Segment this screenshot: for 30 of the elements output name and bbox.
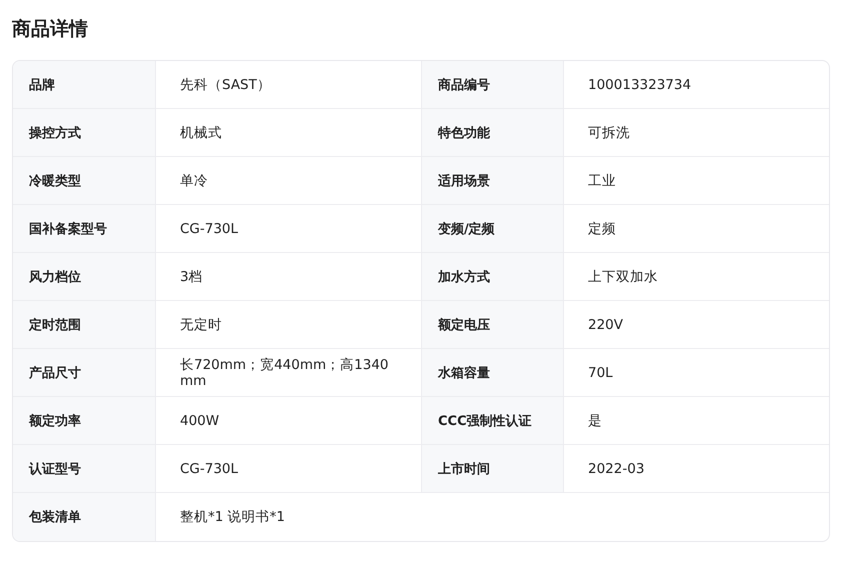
spec-value: 上下双加水: [564, 253, 829, 301]
spec-label: 水箱容量: [422, 349, 564, 397]
spec-label: 品牌: [13, 61, 156, 109]
spec-label: CCC强制性认证: [422, 397, 564, 445]
spec-label: 商品编号: [422, 61, 564, 109]
spec-label: 国补备案型号: [13, 205, 156, 253]
spec-label: 特色功能: [422, 109, 564, 157]
spec-label: 加水方式: [422, 253, 564, 301]
spec-label: 额定功率: [13, 397, 156, 445]
spec-value: 220V: [564, 301, 829, 349]
spec-value: 70L: [564, 349, 829, 397]
section-title: 商品详情: [12, 17, 89, 42]
spec-label: 产品尺寸: [13, 349, 156, 397]
spec-label: 上市时间: [422, 445, 564, 493]
spec-value: 工业: [564, 157, 829, 205]
spec-label: 包装清单: [13, 493, 156, 541]
spec-value: 可拆洗: [564, 109, 829, 157]
spec-label: 风力档位: [13, 253, 156, 301]
spec-label: 变频/定频: [422, 205, 564, 253]
spec-label: 认证型号: [13, 445, 156, 493]
spec-value: 2022-03: [564, 445, 829, 493]
spec-label: 冷暖类型: [13, 157, 156, 205]
spec-value: 100013323734: [564, 61, 829, 109]
spec-label: 定时范围: [13, 301, 156, 349]
spec-label: 操控方式: [13, 109, 156, 157]
spec-value: 整机*1 说明书*1: [179, 508, 286, 527]
spec-label: 适用场景: [422, 157, 564, 205]
spec-value: 定频: [564, 205, 829, 253]
spec-label: 额定电压: [422, 301, 564, 349]
spec-value: 是: [564, 397, 829, 445]
